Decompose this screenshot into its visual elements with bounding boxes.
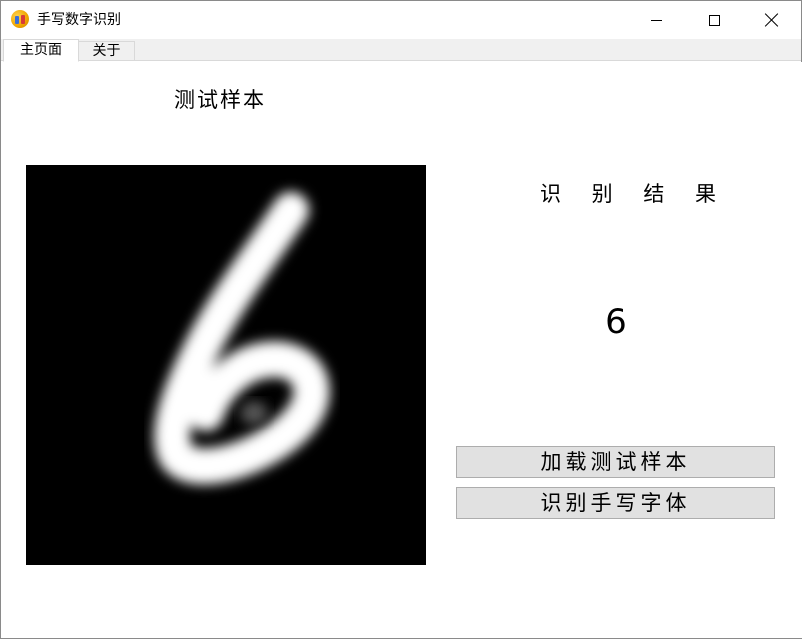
sample-title: 测试样本 <box>174 88 266 112</box>
title-bar[interactable]: 手写数字识别 <box>1 1 801 39</box>
tab-about[interactable]: 关于 <box>79 41 135 61</box>
tab-bar: 主页面 关于 <box>1 39 801 62</box>
sample-image <box>26 165 426 565</box>
minimize-button[interactable] <box>627 1 685 39</box>
result-value: 6 <box>605 302 627 342</box>
load-sample-button[interactable]: 加载测试样本 <box>456 446 775 478</box>
minimize-icon <box>650 19 662 21</box>
result-title: 识 别 结 果 <box>540 182 729 206</box>
tab-main[interactable]: 主页面 <box>3 39 79 62</box>
recognize-button[interactable]: 识别手写字体 <box>456 487 775 519</box>
close-icon <box>765 13 779 27</box>
app-icon <box>11 10 29 28</box>
app-window: 手写数字识别 主页面 关于 测试样本 识 别 结 果 6 加载测试样本 识别手写… <box>0 0 802 639</box>
maximize-icon <box>708 14 720 26</box>
window-title: 手写数字识别 <box>37 12 121 28</box>
main-panel: 测试样本 识 别 结 果 6 加载测试样本 识别手写字体 <box>2 62 802 638</box>
close-button[interactable] <box>743 1 801 39</box>
maximize-button[interactable] <box>685 1 743 39</box>
